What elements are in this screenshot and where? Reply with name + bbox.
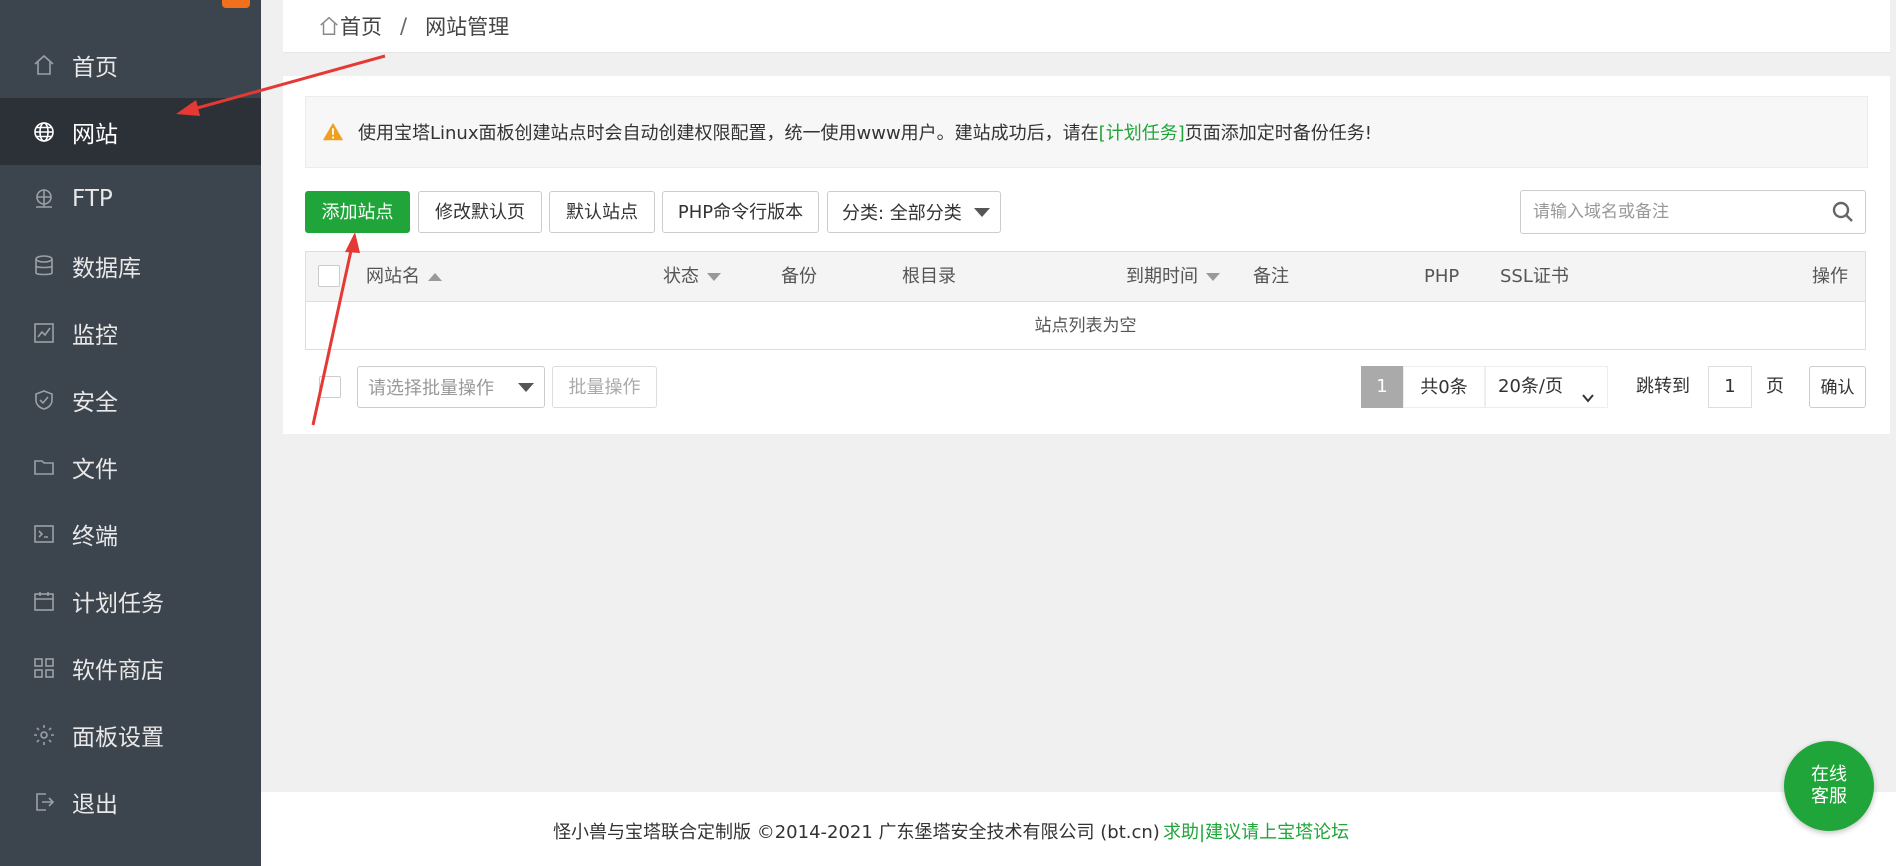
alert-text: 使用宝塔Linux面板创建站点时会自动创建权限配置，统一使用www用户。建站成功…	[358, 123, 1372, 144]
chevron-down-icon	[1581, 380, 1595, 403]
batch-select-checkbox[interactable]	[319, 376, 341, 398]
jump-page-input[interactable]: 1	[1708, 366, 1752, 408]
page-unit-label: 页	[1766, 376, 1784, 397]
cron-task-link[interactable]: [计划任务]	[1099, 123, 1185, 144]
globe-icon	[30, 118, 58, 146]
sidebar-item-website[interactable]: 网站	[0, 98, 261, 165]
sort-down-icon	[1206, 273, 1220, 281]
apps-icon	[30, 654, 58, 682]
column-site-name[interactable]: 网站名	[366, 252, 442, 301]
forum-link[interactable]: 求助|建议请上宝塔论坛	[1163, 818, 1349, 844]
shield-icon	[30, 386, 58, 414]
sidebar-item-label: 首页	[72, 54, 118, 81]
home-icon[interactable]	[318, 15, 340, 37]
sort-down-icon	[707, 273, 721, 281]
column-remark: 备注	[1253, 266, 1289, 287]
logo	[0, 0, 261, 30]
batch-action-placeholder: 请选择批量操作	[368, 378, 494, 399]
select-all-checkbox[interactable]	[318, 265, 340, 287]
search-box	[1520, 190, 1866, 234]
warning-icon	[322, 121, 344, 143]
sidebar-item-database[interactable]: 数据库	[0, 232, 261, 299]
copyright-text: 怪小兽与宝塔联合定制版 ©2014-2021 广东堡塔安全技术有限公司 (bt.…	[553, 822, 1160, 843]
sidebar-item-cron[interactable]: 计划任务	[0, 567, 261, 634]
gear-icon	[30, 721, 58, 749]
column-backup: 备份	[781, 266, 817, 287]
sidebar-item-terminal[interactable]: 终端	[0, 500, 261, 567]
column-status[interactable]: 状态	[663, 252, 721, 301]
per-page-select[interactable]: 20条/页	[1485, 366, 1608, 408]
column-php: PHP	[1424, 266, 1460, 287]
total-count: 共0条	[1403, 366, 1485, 408]
add-site-button[interactable]: 添加站点	[305, 191, 410, 233]
sidebar-item-home[interactable]: 首页	[0, 31, 261, 98]
column-actions: 操作	[1812, 266, 1848, 287]
sidebar-item-label: 安全	[72, 389, 118, 416]
batch-action-button[interactable]: 批量操作	[552, 366, 657, 408]
sidebar: 首页 网站 FTP 数据库 监控 安全 文件 终端 计划任务 软件商店 面板设置…	[0, 0, 261, 866]
footer: 怪小兽与宝塔联合定制版 ©2014-2021 广东堡塔安全技术有限公司 (bt.…	[261, 792, 1896, 866]
breadcrumb-separator: /	[400, 14, 408, 38]
sidebar-item-label: 面板设置	[72, 724, 164, 751]
sidebar-item-label: 软件商店	[72, 657, 164, 684]
category-select[interactable]: 分类: 全部分类	[827, 191, 1001, 233]
sidebar-item-label: 终端	[72, 523, 118, 550]
logo-badge	[222, 0, 250, 8]
database-icon	[30, 252, 58, 280]
main-panel: 使用宝塔Linux面板创建站点时会自动创建权限配置，统一使用www用户。建站成功…	[283, 76, 1890, 434]
edit-default-page-button[interactable]: 修改默认页	[418, 191, 542, 233]
sidebar-item-ftp[interactable]: FTP	[0, 165, 261, 232]
confirm-jump-button[interactable]: 确认	[1809, 366, 1866, 408]
sidebar-item-label: FTP	[72, 185, 113, 212]
ftp-icon	[30, 185, 58, 213]
logout-icon	[30, 788, 58, 816]
service-label-line1: 在线	[1811, 764, 1847, 785]
service-label-line2: 客服	[1811, 786, 1847, 807]
terminal-icon	[30, 520, 58, 548]
sidebar-item-label: 网站	[72, 121, 118, 148]
home-icon	[30, 51, 58, 79]
page-number-current[interactable]: 1	[1361, 366, 1403, 408]
breadcrumb: 首页 / 网站管理	[283, 0, 1890, 53]
sidebar-item-logout[interactable]: 退出	[0, 768, 261, 835]
sidebar-item-label: 监控	[72, 322, 118, 349]
sidebar-item-label: 退出	[72, 791, 118, 818]
column-root: 根目录	[902, 266, 956, 287]
sidebar-item-security[interactable]: 安全	[0, 366, 261, 433]
warning-alert: 使用宝塔Linux面板创建站点时会自动创建权限配置，统一使用www用户。建站成功…	[305, 96, 1868, 168]
sidebar-item-label: 文件	[72, 456, 118, 483]
online-service-button[interactable]: 在线 客服	[1784, 741, 1874, 831]
breadcrumb-current: 网站管理	[425, 15, 510, 39]
php-cli-version-button[interactable]: PHP命令行版本	[662, 191, 819, 233]
chevron-down-icon	[518, 383, 534, 392]
chevron-down-icon	[974, 208, 990, 217]
breadcrumb-home[interactable]: 首页	[340, 11, 382, 41]
search-input[interactable]	[1521, 191, 1825, 233]
per-page-value: 20条/页	[1498, 376, 1563, 397]
sidebar-item-label: 数据库	[72, 255, 141, 282]
category-select-value: 分类: 全部分类	[842, 203, 962, 224]
sidebar-item-label: 计划任务	[72, 590, 164, 617]
batch-action-select[interactable]: 请选择批量操作	[357, 366, 545, 408]
jump-to-label: 跳转到	[1636, 376, 1690, 397]
column-ssl: SSL证书	[1500, 266, 1569, 287]
search-icon[interactable]	[1831, 200, 1855, 224]
site-table: 网站名 状态 备份 根目录 到期时间 备注 PHP SSL证书 操作 站点列表为…	[305, 251, 1866, 350]
folder-icon	[30, 453, 58, 481]
column-expire[interactable]: 到期时间	[1126, 252, 1220, 301]
sort-up-icon	[428, 273, 442, 281]
table-header: 网站名 状态 备份 根目录 到期时间 备注 PHP SSL证书 操作	[306, 252, 1865, 302]
calendar-icon	[30, 587, 58, 615]
default-site-button[interactable]: 默认站点	[549, 191, 655, 233]
sidebar-item-store[interactable]: 软件商店	[0, 634, 261, 701]
sidebar-item-settings[interactable]: 面板设置	[0, 701, 261, 768]
monitor-icon	[30, 319, 58, 347]
sidebar-item-monitor[interactable]: 监控	[0, 299, 261, 366]
empty-table-message: 站点列表为空	[1034, 316, 1137, 336]
sidebar-item-files[interactable]: 文件	[0, 433, 261, 500]
